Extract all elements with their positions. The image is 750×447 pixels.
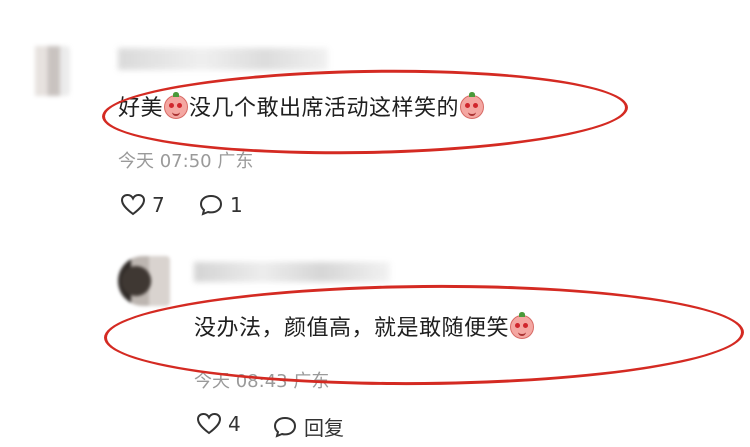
avatar[interactable] — [20, 46, 70, 96]
comment-location: 广东 — [217, 151, 254, 172]
username-blurred[interactable] — [118, 48, 328, 70]
highlight-ellipse — [103, 282, 745, 388]
comment-bubble-icon — [199, 194, 223, 216]
comment-bubble-icon — [273, 416, 297, 438]
like-count: 7 — [152, 193, 165, 217]
reply-button[interactable]: 回复 — [272, 412, 344, 441]
like-button[interactable]: 7 — [120, 193, 165, 217]
avatar[interactable] — [118, 256, 170, 306]
heart-icon — [120, 193, 146, 216]
reply-label: 回复 — [304, 416, 344, 440]
highlight-ellipse — [101, 65, 629, 159]
username-blurred[interactable] — [194, 262, 390, 282]
reply-button[interactable]: 1 — [198, 193, 243, 217]
comment-time: 今天 07:50 — [118, 151, 212, 172]
like-button[interactable]: 4 — [196, 412, 241, 436]
reply-count: 1 — [230, 193, 243, 217]
heart-icon — [196, 412, 222, 435]
comment-meta: 今天 07:50 广东 — [118, 147, 253, 173]
like-count: 4 — [228, 412, 241, 436]
